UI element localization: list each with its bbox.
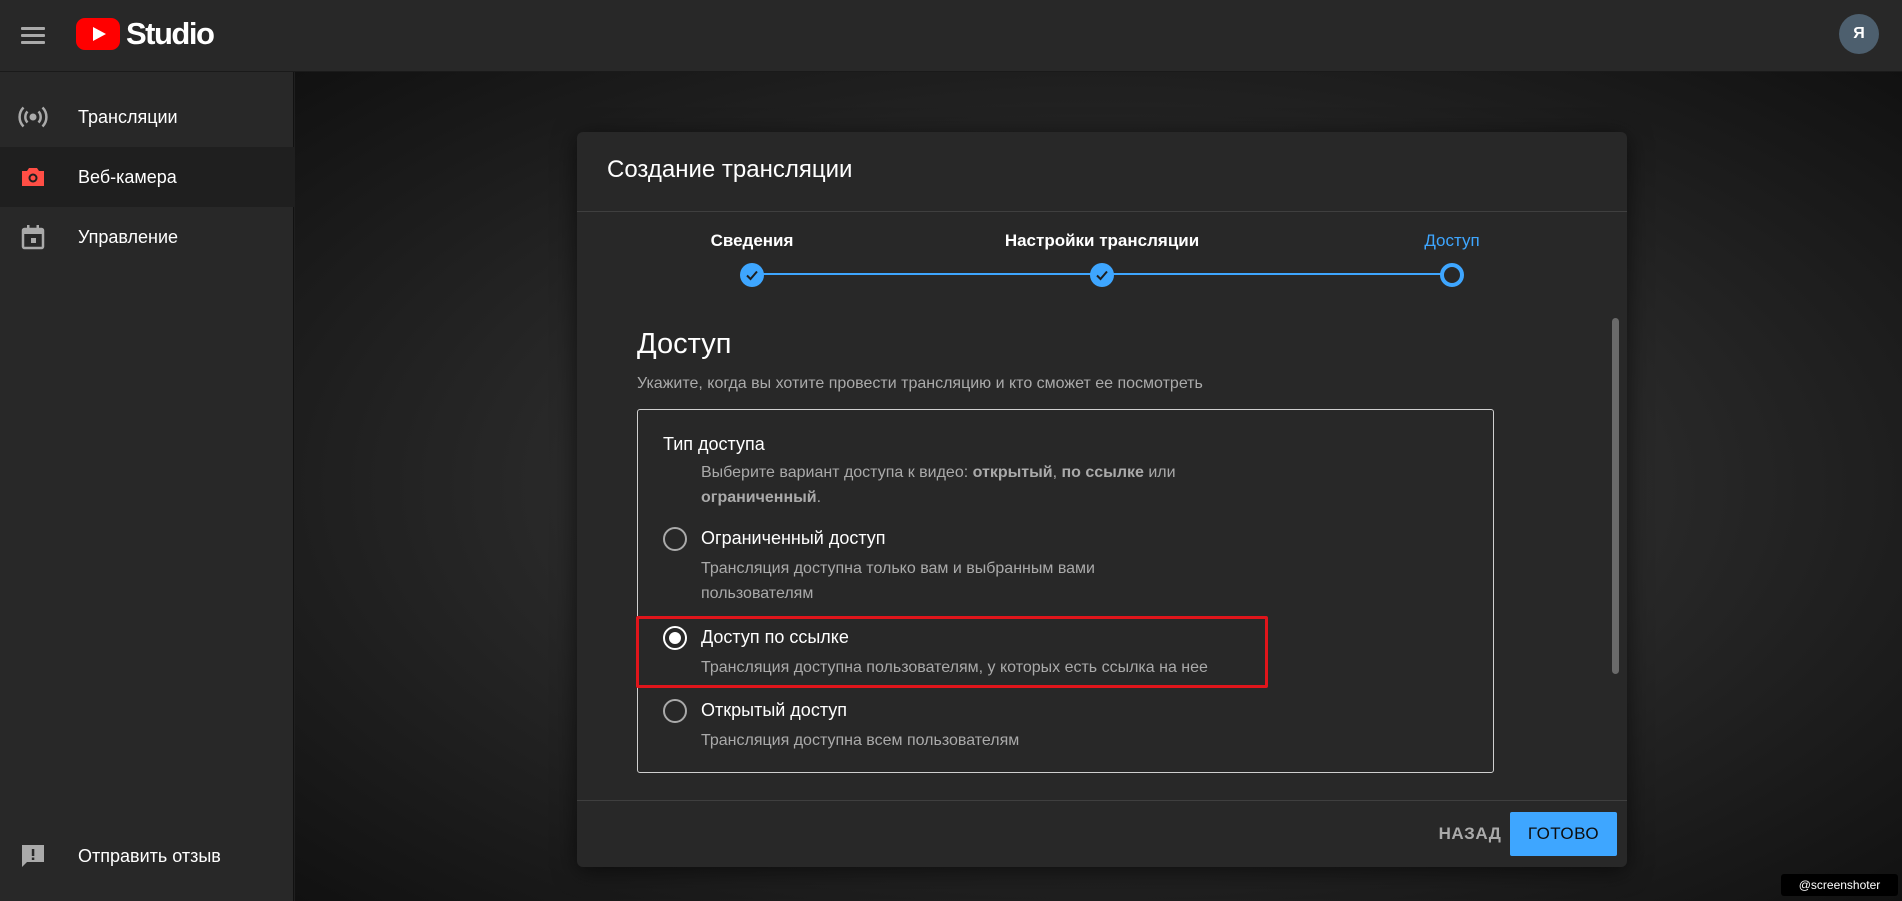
access-option-private[interactable]: Ограниченный доступ Трансляция доступна … [638,527,1493,605]
avatar[interactable]: Я [1839,14,1879,54]
sidebar-item-label: Веб-камера [78,166,177,187]
radio-public[interactable] [663,699,687,723]
access-option-public[interactable]: Открытый доступ Трансляция доступна всем… [638,699,1493,751]
back-button[interactable]: НАЗАД [1417,812,1523,856]
option-label: Доступ по ссылке [701,627,849,647]
option-label: Открытый доступ [701,700,848,720]
divider [577,211,1627,212]
create-stream-dialog: Создание трансляции Сведения Настройки т… [577,132,1627,867]
calendar-icon [18,222,48,252]
radio-private[interactable] [663,527,687,551]
logo-text: Studio [126,16,215,51]
sidebar-item-label: Трансляции [78,106,178,127]
option-description: Трансляция доступна пользователям, у кот… [701,659,1208,676]
dialog-title: Создание трансляции [607,156,853,183]
send-feedback-button[interactable]: Отправить отзыв [0,826,294,886]
feedback-icon [18,841,48,871]
feedback-label: Отправить отзыв [78,845,221,866]
option-label: Ограниченный доступ [701,528,886,548]
option-description: Трансляция доступна только вам и выбранн… [701,560,1095,602]
option-description: Трансляция доступна всем пользователям [701,732,1020,749]
sidebar-item-manage[interactable]: Управление [0,207,294,267]
camera-icon [18,162,48,192]
menu-icon[interactable] [16,20,50,52]
footer-divider [577,800,1627,801]
studio-logo[interactable]: Studio [76,16,215,52]
step-label-settings[interactable]: Настройки трансляции [1005,231,1199,251]
section-subtitle: Укажите, когда вы хотите провести трансл… [637,375,1203,392]
done-button[interactable]: ГОТОВО [1510,812,1617,856]
youtube-play-icon [76,18,120,50]
section-title: Доступ [637,328,732,360]
top-bar: Studio Я [0,0,1902,72]
watermark: @screenshoter [1781,874,1898,896]
step-label-details[interactable]: Сведения [711,231,794,251]
scrollbar-thumb[interactable] [1612,318,1619,674]
sidebar-item-label: Управление [78,226,179,247]
radio-unlisted[interactable] [663,626,687,650]
step-done-check-icon[interactable] [1090,263,1114,287]
step-done-check-icon[interactable] [740,263,764,287]
step-label-access[interactable]: Доступ [1424,231,1479,251]
access-type-description: Выберите вариант доступа к видео: открыт… [701,464,1176,506]
access-option-unlisted[interactable]: Доступ по ссылке Трансляция доступна пол… [638,626,1493,678]
access-type-panel: Тип доступа Выберите вариант доступа к в… [637,409,1494,773]
access-type-title: Тип доступа [663,434,765,454]
sidebar: Трансляции Веб-камера Управление Отправи… [0,72,294,901]
sidebar-item-webcam[interactable]: Веб-камера [0,147,294,207]
step-current-indicator[interactable] [1440,263,1464,287]
sidebar-item-broadcasts[interactable]: Трансляции [0,87,294,147]
broadcast-icon [18,102,48,132]
